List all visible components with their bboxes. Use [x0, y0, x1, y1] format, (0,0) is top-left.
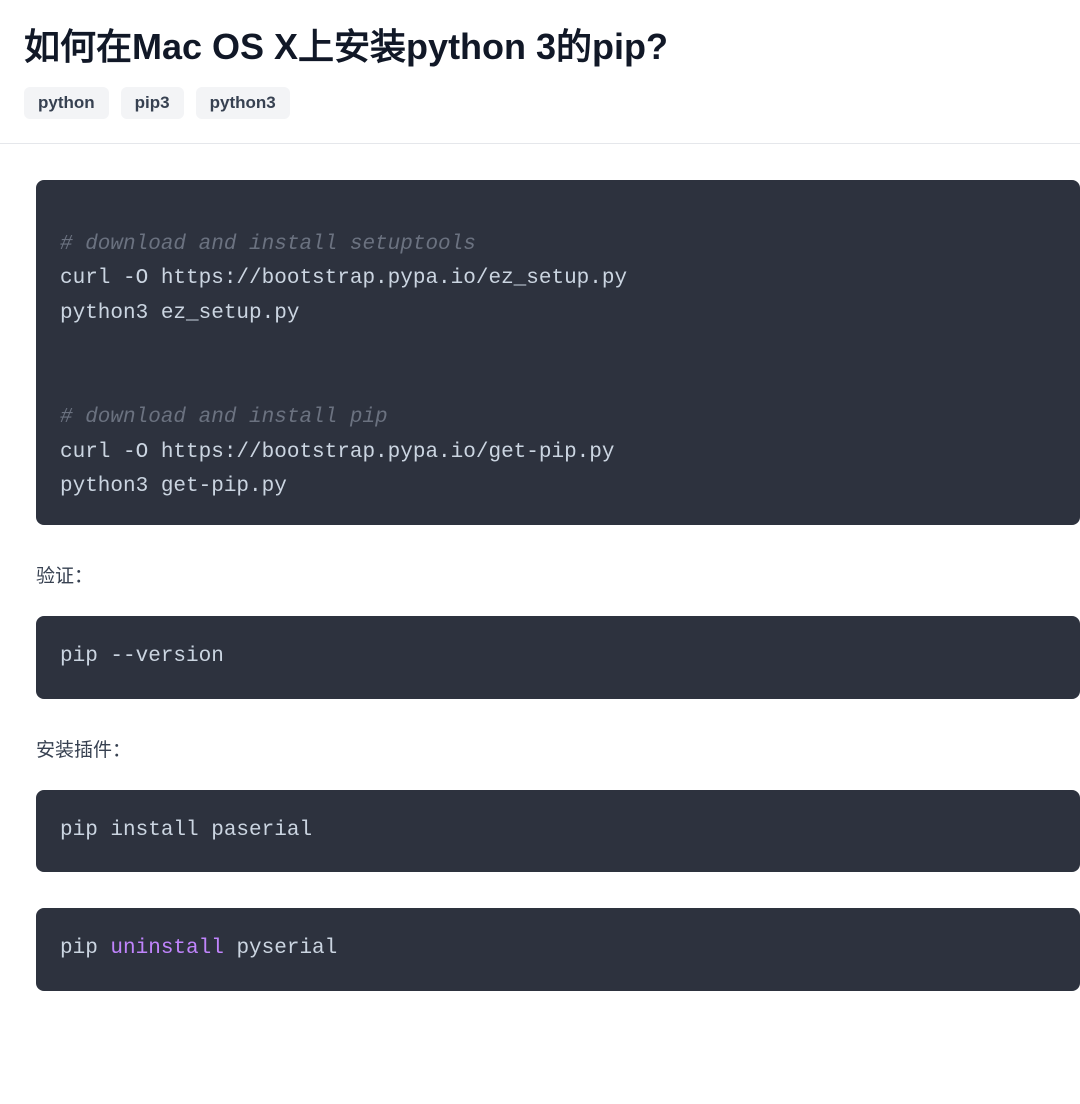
code-line: python3 ez_setup.py	[60, 297, 1056, 332]
code-line: curl -O https://bootstrap.pypa.io/ez_set…	[60, 262, 1056, 297]
code-blank	[60, 366, 1056, 401]
code-comment: # download and install pip	[60, 401, 1056, 436]
verify-label: 验证：	[36, 561, 1080, 588]
code-keyword: uninstall	[110, 937, 223, 960]
code-block-verify: pip --version	[36, 616, 1080, 699]
page-title: 如何在Mac OS X上安装python 3的pip?	[24, 24, 1056, 71]
tag-item[interactable]: pip3	[121, 87, 184, 119]
tag-item[interactable]: python3	[196, 87, 290, 119]
code-line: python3 get-pip.py	[60, 470, 1056, 505]
code-block-install: pip install paserial	[36, 790, 1080, 873]
tag-item[interactable]: python	[24, 87, 109, 119]
code-block-setup: # download and install setuptools curl -…	[36, 180, 1080, 525]
article-content: # download and install setuptools curl -…	[0, 144, 1080, 991]
code-line: curl -O https://bootstrap.pypa.io/get-pi…	[60, 436, 1056, 471]
code-line: pip --version	[60, 640, 1056, 675]
code-line: pip uninstall pyserial	[60, 932, 1056, 967]
install-label: 安装插件：	[36, 735, 1080, 762]
code-comment: # download and install setuptools	[60, 228, 1056, 263]
tag-list: python pip3 python3	[24, 87, 1056, 119]
code-line: pip install paserial	[60, 814, 1056, 849]
code-block-uninstall: pip uninstall pyserial	[36, 908, 1080, 991]
code-blank	[60, 332, 1056, 367]
